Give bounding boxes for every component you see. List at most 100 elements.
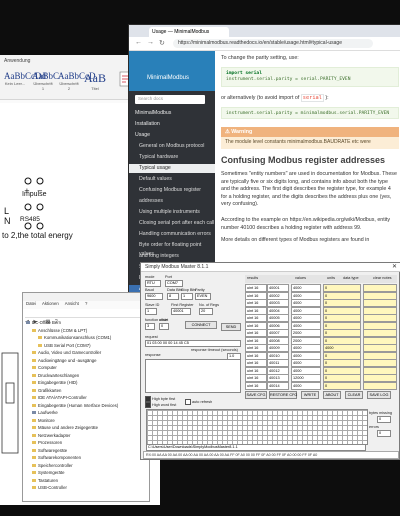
- sidebar-item[interactable]: addresses: [129, 197, 215, 206]
- tree-item[interactable]: Tastaturen: [32, 478, 58, 483]
- checkbox-label: High byte first: [152, 397, 176, 401]
- sidebar-item[interactable]: Handling communication errors: [129, 230, 215, 239]
- tree-item[interactable]: Monitore: [32, 418, 55, 423]
- sidebar-item[interactable]: Default values: [129, 175, 215, 184]
- table-cell-type: uint 16: [245, 381, 267, 390]
- sidebar-item[interactable]: General on Modbus protocol: [129, 142, 215, 151]
- slave-id-field[interactable]: 1: [145, 308, 157, 315]
- style-heading2[interactable]: AaBbCcD Überschrift 2: [58, 71, 96, 93]
- search-input[interactable]: Search docs: [135, 95, 205, 104]
- code-block-2: instrument.serial.parity = minimalmodbus…: [221, 107, 399, 119]
- tree-item[interactable]: Eingabegeräte (Human Interface Devices): [32, 403, 118, 408]
- sidebar-item[interactable]: MinimalModbus: [129, 109, 215, 118]
- tree-item[interactable]: Anschlüsse (COM & LPT): [32, 328, 87, 333]
- sidebar-item[interactable]: Confusing Modbus register: [129, 186, 215, 195]
- tree-item[interactable]: Druckwarteschlangen: [32, 373, 79, 378]
- checkbox-high-word[interactable]: High word first: [145, 402, 176, 408]
- reload-icon[interactable]: ↻: [159, 39, 165, 47]
- menu-actions[interactable]: Aktionen: [42, 301, 59, 306]
- path-field[interactable]: C:\Users\User\Downloads\SimplyModbusMast…: [146, 444, 366, 451]
- sidebar-item[interactable]: Installation: [129, 120, 215, 129]
- browser-tab[interactable]: Usage — MinimalModbus: [149, 27, 229, 37]
- ribbon-tab[interactable]: Anwendung: [4, 58, 30, 64]
- para-more-details: More details on different types of Modbu…: [221, 237, 370, 243]
- style-name: Titel: [91, 86, 99, 91]
- sidebar-item[interactable]: Usage: [129, 131, 215, 140]
- sidebar-brand[interactable]: MinimalModbus: [147, 75, 189, 81]
- menu-view[interactable]: Ansicht: [65, 301, 79, 306]
- results-header: results values units data type clear not…: [245, 275, 397, 283]
- tree-item-label: Softwarekomponenten: [38, 455, 81, 460]
- tree-item-label: Eingabegeräte (Human Interface Devices): [38, 402, 119, 408]
- tree-item[interactable]: IDE ATA/ATAPI-Controller: [32, 395, 87, 400]
- tree-item[interactable]: Laufwerke: [32, 410, 58, 415]
- checkbox[interactable]: [185, 399, 191, 405]
- para-text: ):: [325, 95, 329, 101]
- function-code-field[interactable]: 3: [145, 323, 155, 330]
- mode-select[interactable]: RTU: [145, 280, 161, 287]
- response-timeout-label: response timeout (seconds): [191, 348, 238, 352]
- header-clear-notes[interactable]: clear notes: [373, 276, 392, 280]
- tree-item[interactable]: Softwaregeräte: [32, 448, 67, 453]
- tree-item-label: Druckwarteschlangen: [38, 372, 80, 378]
- tree-item[interactable]: Systemgeräte: [32, 470, 65, 475]
- menu-help[interactable]: ?: [85, 301, 87, 306]
- no-of-regs-field[interactable]: 20: [199, 308, 213, 315]
- sidebar-item[interactable]: and long integers: [129, 252, 215, 261]
- sidebar-item[interactable]: Typical hardware: [129, 153, 215, 162]
- tree-item[interactable]: Mäuse und andere Zeigegeräte: [32, 425, 98, 430]
- forward-icon[interactable]: →: [147, 39, 154, 46]
- checkbox-auto-refresh[interactable]: auto refresh: [185, 399, 212, 405]
- checkbox[interactable]: [145, 402, 151, 408]
- tree-item[interactable]: Audio, Video und Gamecontroller: [32, 350, 101, 355]
- table-cell-extra[interactable]: [363, 381, 397, 390]
- data-bits-select[interactable]: 8: [167, 293, 179, 300]
- first-register-field[interactable]: 40001: [171, 308, 191, 315]
- tree-item[interactable]: Kommunikationsanschluss (COM1): [38, 335, 111, 340]
- port-select[interactable]: COM7: [165, 280, 183, 287]
- tree-item[interactable]: DC-Office Bern: [26, 320, 61, 325]
- tree-item[interactable]: USB Serial Port (COM7): [38, 343, 91, 348]
- sidebar-item[interactable]: Byte order for floating point values: [129, 241, 215, 257]
- table-cell-note[interactable]: 0: [323, 381, 361, 390]
- response-label: response: [145, 353, 161, 357]
- back-icon[interactable]: ←: [135, 39, 142, 46]
- restore-cfg-button[interactable]: RESTORE CFG: [269, 391, 297, 399]
- tree-item[interactable]: Netzwerkadapter: [32, 433, 70, 438]
- save-log-button[interactable]: SAVE LOG: [367, 391, 391, 399]
- style-title[interactable]: AaB Titel: [84, 71, 106, 93]
- connect-button[interactable]: CONNECT: [185, 321, 217, 329]
- sidebar-item[interactable]: Closing serial port after each call: [129, 219, 215, 228]
- folder-icon: [32, 478, 36, 482]
- style-normal[interactable]: AaBbCcDd Kein Leer...: [4, 71, 46, 93]
- tree-item[interactable]: Computer: [32, 365, 57, 370]
- table-cell-val: 4000: [291, 381, 321, 390]
- sidebar-item[interactable]: Typical usage: [129, 164, 215, 173]
- save-cfg-button[interactable]: SAVE CFG: [245, 391, 267, 399]
- tree-item[interactable]: Eingabegeräte (HID): [32, 380, 77, 385]
- offset-field[interactable]: 0: [159, 323, 169, 330]
- folder-icon: [32, 396, 36, 400]
- parity-select[interactable]: EVEN: [195, 293, 211, 300]
- menu-file[interactable]: Datei: [26, 301, 36, 306]
- tree-item-label: USB-Controller: [38, 485, 67, 490]
- checkbox-label: auto refresh: [192, 400, 213, 404]
- style-heading1[interactable]: AaBbC Überschrift 1: [32, 71, 59, 93]
- tree-item[interactable]: Softwarekomponenten: [32, 455, 81, 460]
- close-icon[interactable]: ✕: [392, 263, 397, 270]
- tree-item[interactable]: Audioeingänge und -ausgänge: [32, 358, 97, 363]
- stop-bits-select[interactable]: 1: [181, 293, 193, 300]
- write-button[interactable]: WRITE: [301, 391, 319, 399]
- about-button[interactable]: ABOUT: [323, 391, 341, 399]
- tree-item[interactable]: Speichercontroller: [32, 463, 73, 468]
- tree-item[interactable]: USB-Controller: [32, 485, 67, 490]
- sidebar-item[interactable]: Using multiple instruments: [129, 208, 215, 217]
- baud-select[interactable]: 9600: [145, 293, 163, 300]
- tree-item-label: Systemgeräte: [38, 470, 65, 475]
- tree-item[interactable]: Grafikkarten: [32, 388, 61, 393]
- clear-button[interactable]: CLEAR: [345, 391, 363, 399]
- warning-title: Warning: [231, 129, 253, 135]
- url-field[interactable]: https://minimalmodbus.readthedocs.io/en/…: [173, 39, 373, 48]
- tree-item[interactable]: Prozessoren: [32, 440, 62, 445]
- send-button[interactable]: SEND: [221, 323, 241, 331]
